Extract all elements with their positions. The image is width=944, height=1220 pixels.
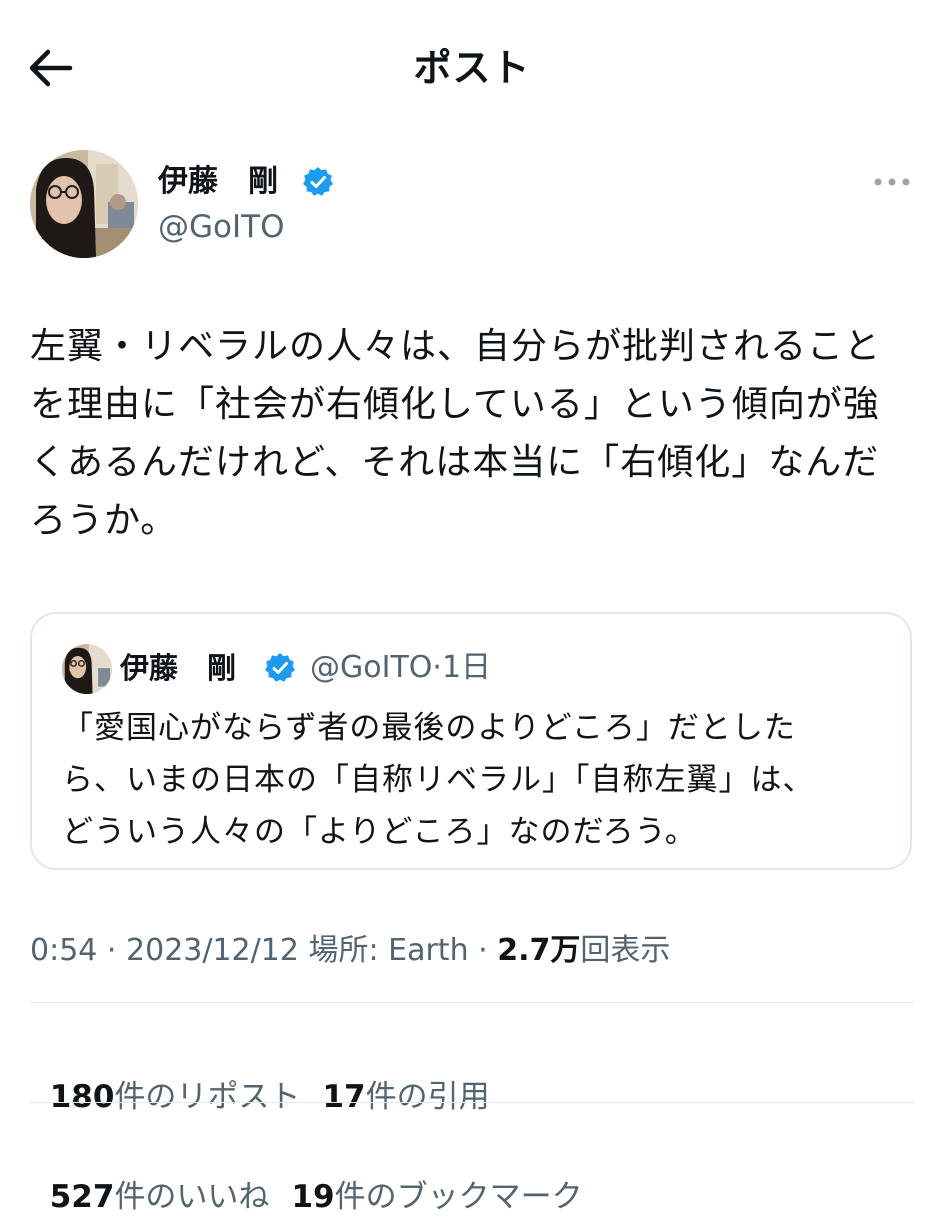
- like-count: 527: [49, 1179, 115, 1215]
- tweet-metadata: 0:54 · 2023/12/12 場所: Earth · 2.7万回表示: [30, 928, 670, 974]
- verified-badge-icon: [302, 166, 334, 198]
- like-count-link[interactable]: 527件のいいね: [50, 1174, 270, 1220]
- bookmark-count: 19: [291, 1179, 335, 1215]
- quoted-tweet[interactable]: 伊藤 剛 @GoITO·1日 「愛国心がならず者の最後のよりどころ」だとした ら…: [30, 612, 912, 870]
- stats-row-reposts: 180件のリポスト 17件の引用: [30, 1028, 512, 1120]
- tweet-text: 左翼・リベラルの人々は、自分らが批判されること を理由に「社会が右傾化している」…: [30, 326, 882, 541]
- stats-row-likes: 527件のいいね 19件のブックマーク: [30, 1128, 605, 1220]
- divider: [30, 1102, 914, 1103]
- avatar-photo-icon: [30, 150, 138, 258]
- tweet-author: 伊藤 剛 @GoITO: [30, 150, 914, 260]
- like-label: 件のいいね: [114, 1179, 270, 1215]
- quote-time: 1日: [441, 650, 492, 685]
- quote-avatar: [62, 644, 112, 694]
- tweet-time: 0:54: [30, 933, 98, 968]
- avatar-photo-icon: [62, 644, 112, 694]
- quote-author-name: 伊藤 剛: [120, 651, 237, 685]
- quote-meta: @GoITO·1日: [310, 646, 491, 690]
- quote-count-link[interactable]: 17件の引用: [322, 1074, 489, 1120]
- more-options-icon[interactable]: [872, 170, 912, 194]
- bookmark-count-link[interactable]: 19件のブックマーク: [291, 1174, 582, 1220]
- bookmark-label: 件のブックマーク: [334, 1179, 583, 1215]
- quote-count: 17: [322, 1079, 366, 1115]
- tweet-date: 2023/12/12: [126, 933, 299, 968]
- view-count-label: 回表示: [580, 933, 671, 968]
- quote-author-handle: @GoITO: [310, 650, 433, 685]
- verified-badge-icon: [264, 652, 296, 684]
- separator: ·: [432, 650, 442, 685]
- quote-label: 件の引用: [365, 1079, 490, 1115]
- view-count: 2.7万: [497, 933, 581, 968]
- repost-count: 180: [49, 1079, 115, 1115]
- divider: [30, 1002, 914, 1003]
- repost-label: 件のリポスト: [114, 1079, 301, 1115]
- separator: ·: [478, 933, 488, 968]
- repost-count-link[interactable]: 180件のリポスト: [50, 1074, 301, 1120]
- author-handle[interactable]: @GoITO: [158, 206, 284, 248]
- tweet-location: 場所: Earth: [308, 933, 469, 968]
- author-name[interactable]: 伊藤 剛: [158, 160, 278, 204]
- quote-text: 「愛国心がならず者の最後のよりどころ」だとした ら、いまの日本の「自称リベラル」…: [62, 710, 815, 850]
- separator: ·: [106, 933, 117, 968]
- page-title: ポスト: [413, 46, 531, 90]
- top-bar: ポスト: [0, 0, 944, 135]
- avatar[interactable]: [30, 150, 138, 258]
